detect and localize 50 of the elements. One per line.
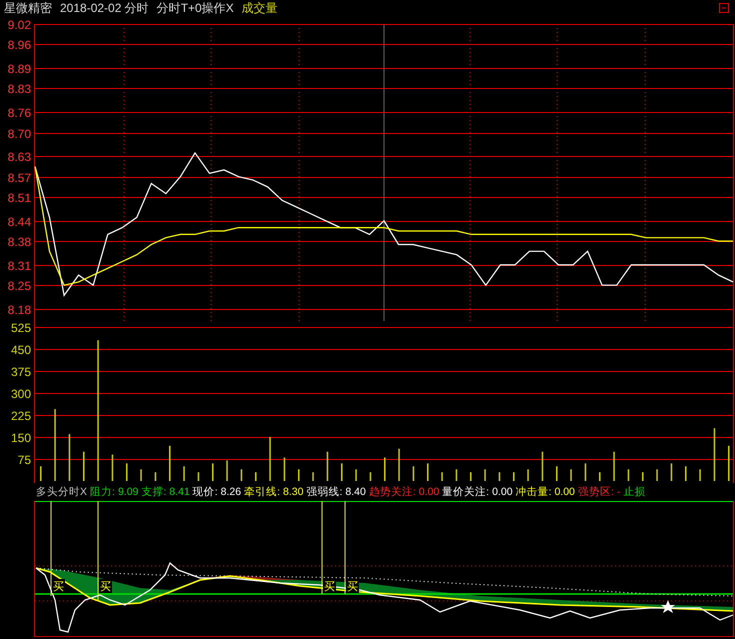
volume-axis-label: 375 [10,365,31,379]
price-axis-label: 8.70 [8,127,31,141]
indicator-value: 0.00 [418,485,440,500]
indicator-label: 现价: [192,485,218,500]
price-axis-label: 8.57 [8,171,31,185]
indicator-name: 分时T+0操作X [156,0,234,16]
indicator-value: 8.41 [169,485,190,500]
price-axis-label: 8.44 [8,215,31,229]
buy-mark: 买 [347,581,358,593]
price-axis-label: 8.25 [8,279,31,293]
volume-axis-label: 75 [18,453,31,467]
star-icon [661,600,675,613]
volume-axis-label: 300 [10,387,31,401]
volume-axis-label: 450 [10,343,31,357]
volume-axis-label: 525 [10,321,31,335]
buy-mark: 买 [100,581,111,593]
volume-axis-label: 150 [10,431,31,445]
buy-mark: 买 [324,581,335,593]
indicator-label: 量价关注: [442,485,490,500]
stock-name: 星微精密 [4,0,52,16]
indicator-value: 8.40 [345,485,366,500]
price-axis-label: 8.51 [8,191,31,205]
indicator-value: 0.00 [554,485,575,500]
indicator-label: 多头分时X [36,485,88,500]
price-axis-label: 8.76 [8,106,31,120]
price-axis-label: 9.02 [8,18,31,32]
indicator-label: 阻力: [90,485,115,500]
buy-mark: 买 [53,581,64,593]
volume-axis-label: 225 [10,409,31,423]
indicator-label: 趋势关注: [368,485,416,500]
indicator-value: 8.30 [283,485,304,500]
price-axis-label: 8.83 [8,82,31,96]
price-axis-label: 8.18 [8,303,31,317]
sub-chart-name: 成交量 [242,0,278,16]
price-axis-label: 8.38 [8,235,31,249]
price-axis-label: 8.96 [8,38,31,52]
indicator-value: - [616,485,620,500]
indicator-value: 9.09 [118,485,138,500]
price-axis-label: 8.63 [8,150,31,164]
indicator-label: 强势区: [578,485,614,500]
indicator-label: 支撑: [141,485,166,500]
indicator-label: 强弱线: [306,485,342,500]
indicator-label: 牵引线: [244,485,280,500]
chart-date-mode: 2018-02-02 分时 [60,0,149,16]
indicator-value: 8.26 [220,485,242,500]
price-axis-label: 8.31 [8,259,31,273]
indicator-label: 止损 [623,485,646,500]
indicator-label: 冲击量: [516,485,552,500]
indicator-value: 0.00 [492,485,513,500]
price-axis-label: 8.89 [8,62,31,76]
